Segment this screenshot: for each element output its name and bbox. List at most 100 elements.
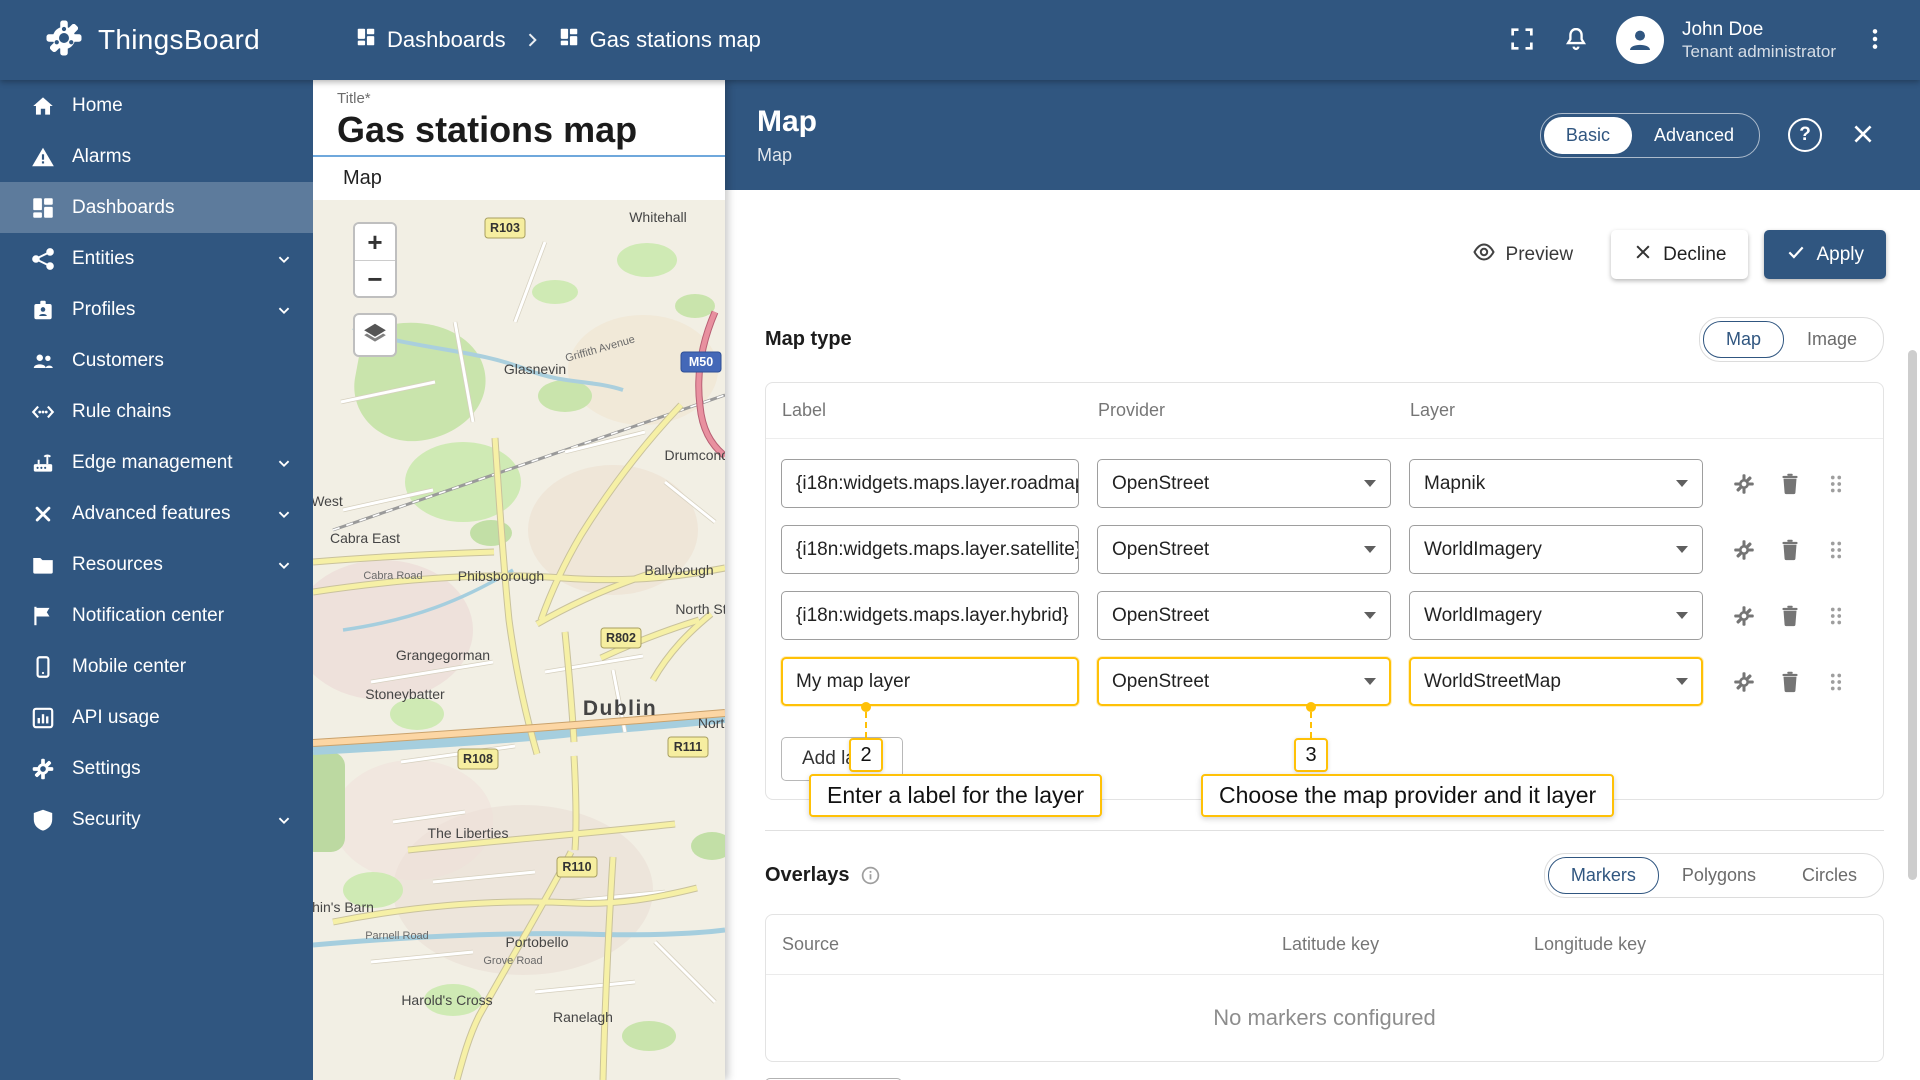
map-type-heading: Map type	[765, 328, 852, 351]
zoom-out-button[interactable]: −	[355, 260, 395, 296]
user-avatar[interactable]	[1616, 16, 1664, 64]
help-button[interactable]: ?	[1788, 118, 1822, 152]
decline-button[interactable]: Decline	[1611, 230, 1748, 279]
chevron-down-icon	[273, 809, 295, 831]
layer-label-input[interactable]: {i18n:widgets.maps.layer.roadmap}	[781, 459, 1079, 508]
breadcrumb-dashboards[interactable]: Dashboards	[355, 26, 506, 54]
toggle-basic[interactable]: Basic	[1544, 117, 1632, 154]
row-delete-button[interactable]	[1777, 471, 1803, 497]
toggle-polygons[interactable]: Polygons	[1659, 857, 1779, 894]
preview-button[interactable]: Preview	[1450, 230, 1596, 279]
layer-select[interactable]: Mapnik	[1409, 459, 1703, 508]
layer-select[interactable]: WorldStreetMap	[1409, 657, 1703, 706]
column-layer: Layer	[1410, 400, 1704, 421]
sidebar-item-mobile-center[interactable]: Mobile center	[0, 641, 313, 692]
dropdown-arrow-icon	[1676, 678, 1688, 685]
provider-select[interactable]: OpenStreet	[1097, 591, 1391, 640]
layer-label-input[interactable]: {i18n:widgets.maps.layer.satellite}	[781, 525, 1079, 574]
row-settings-button[interactable]	[1731, 603, 1757, 629]
map-place-label: Ballybough	[644, 562, 713, 578]
tour-connector-line	[865, 712, 867, 738]
dropdown-arrow-icon	[1364, 612, 1376, 619]
sidebar-item-security[interactable]: Security	[0, 794, 313, 845]
toggle-circles[interactable]: Circles	[1779, 857, 1880, 894]
sidebar-item-alarms[interactable]: Alarms	[0, 131, 313, 182]
eye-icon	[1472, 240, 1496, 270]
table-row: {i18n:widgets.maps.layer.roadmap} OpenSt…	[781, 459, 1867, 508]
sidebar-item-entities[interactable]: Entities	[0, 233, 313, 284]
app-root: ThingsBoard Dashboards Gas stations map	[0, 0, 1920, 1080]
row-settings-button[interactable]	[1731, 669, 1757, 695]
dashboards-icon	[355, 26, 377, 54]
row-settings-button[interactable]	[1731, 537, 1757, 563]
layers-icon	[362, 320, 388, 351]
sidebar-item-customers[interactable]: Customers	[0, 335, 313, 386]
dashboard-title-field[interactable]: Title* Gas stations map	[313, 80, 725, 157]
check-icon	[1786, 242, 1806, 268]
layer-label-input[interactable]: {i18n:widgets.maps.layer.hybrid}	[781, 591, 1079, 640]
sidebar-item-edge-management[interactable]: Edge management	[0, 437, 313, 488]
layer-select[interactable]: WorldImagery	[1409, 525, 1703, 574]
chevron-down-icon	[273, 248, 295, 270]
map-street-label: Parnell Road	[365, 930, 429, 942]
close-panel-button[interactable]	[1850, 121, 1876, 150]
toggle-map[interactable]: Map	[1703, 321, 1784, 358]
dashboard-title-value[interactable]: Gas stations map	[337, 109, 701, 151]
column-source: Source	[782, 934, 1282, 955]
breadcrumb-current[interactable]: Gas stations map	[558, 26, 761, 54]
provider-select[interactable]: OpenStreet	[1097, 657, 1391, 706]
sidebar-item-profiles[interactable]: Profiles	[0, 284, 313, 335]
zoom-in-button[interactable]: +	[355, 224, 395, 260]
app-logo[interactable]: ThingsBoard	[0, 18, 313, 63]
settings-panel-body: Preview Decline Apply Map type	[725, 190, 1920, 1080]
sidebar-item-api-usage[interactable]: API usage	[0, 692, 313, 743]
map-place-label: Phibsborough	[458, 568, 544, 584]
sidebar-item-advanced-features[interactable]: Advanced features	[0, 488, 313, 539]
row-drag-handle[interactable]	[1823, 669, 1849, 695]
tour-tooltip: Choose the map provider and it layer	[1201, 774, 1614, 817]
bar-chart-icon	[28, 703, 57, 732]
layer-select[interactable]: WorldImagery	[1409, 591, 1703, 640]
sidebar-item-home[interactable]: Home	[0, 80, 313, 131]
layer-label-input[interactable]: My map layer	[781, 657, 1079, 706]
top-bar: ThingsBoard Dashboards Gas stations map	[0, 0, 1920, 80]
row-drag-handle[interactable]	[1823, 537, 1849, 563]
markers-card: Source Latitude key Longitude key No mar…	[765, 914, 1884, 1062]
fullscreen-button[interactable]	[1508, 25, 1536, 56]
sidebar-item-dashboards[interactable]: Dashboards	[0, 182, 313, 233]
map-widget[interactable]: R103 M50 R802 R108 R111 R110 Whitehall G…	[313, 200, 725, 1080]
thingsboard-logo-icon	[44, 18, 84, 63]
dropdown-arrow-icon	[1364, 678, 1376, 685]
row-delete-button[interactable]	[1777, 603, 1803, 629]
toggle-image[interactable]: Image	[1784, 321, 1880, 358]
toggle-markers[interactable]: Markers	[1548, 857, 1659, 894]
notifications-button[interactable]	[1562, 25, 1590, 56]
apply-button[interactable]: Apply	[1764, 230, 1886, 279]
provider-select[interactable]: OpenStreet	[1097, 459, 1391, 508]
map-place-label: Grangegorman	[396, 647, 490, 663]
row-drag-handle[interactable]	[1823, 471, 1849, 497]
provider-select[interactable]: OpenStreet	[1097, 525, 1391, 574]
more-menu-button[interactable]	[1862, 26, 1888, 55]
table-row: {i18n:widgets.maps.layer.hybrid} OpenStr…	[781, 591, 1867, 640]
sidebar-item-resources[interactable]: Resources	[0, 539, 313, 590]
row-drag-handle[interactable]	[1823, 603, 1849, 629]
dropdown-arrow-icon	[1676, 612, 1688, 619]
row-delete-button[interactable]	[1777, 537, 1803, 563]
map-layers-button[interactable]	[353, 313, 397, 357]
row-delete-button[interactable]	[1777, 669, 1803, 695]
map-place-label: Harold's Cross	[401, 992, 492, 1008]
sidebar-item-rule-chains[interactable]: Rule chains	[0, 386, 313, 437]
road-shield: R110	[562, 860, 591, 874]
app-name: ThingsBoard	[98, 24, 260, 56]
sidebar-item-notification-center[interactable]: Notification center	[0, 590, 313, 641]
map-street-label: Grove Road	[483, 955, 542, 967]
road-shield: R802	[606, 631, 636, 645]
sidebar-item-settings[interactable]: Settings	[0, 743, 313, 794]
row-settings-button[interactable]	[1731, 471, 1757, 497]
panel-scrollbar[interactable]	[1908, 350, 1917, 880]
map-place-label: Portobello	[505, 934, 568, 950]
toggle-advanced[interactable]: Advanced	[1632, 117, 1756, 154]
chevron-down-icon	[273, 503, 295, 525]
title-field-label: Title*	[337, 90, 701, 107]
